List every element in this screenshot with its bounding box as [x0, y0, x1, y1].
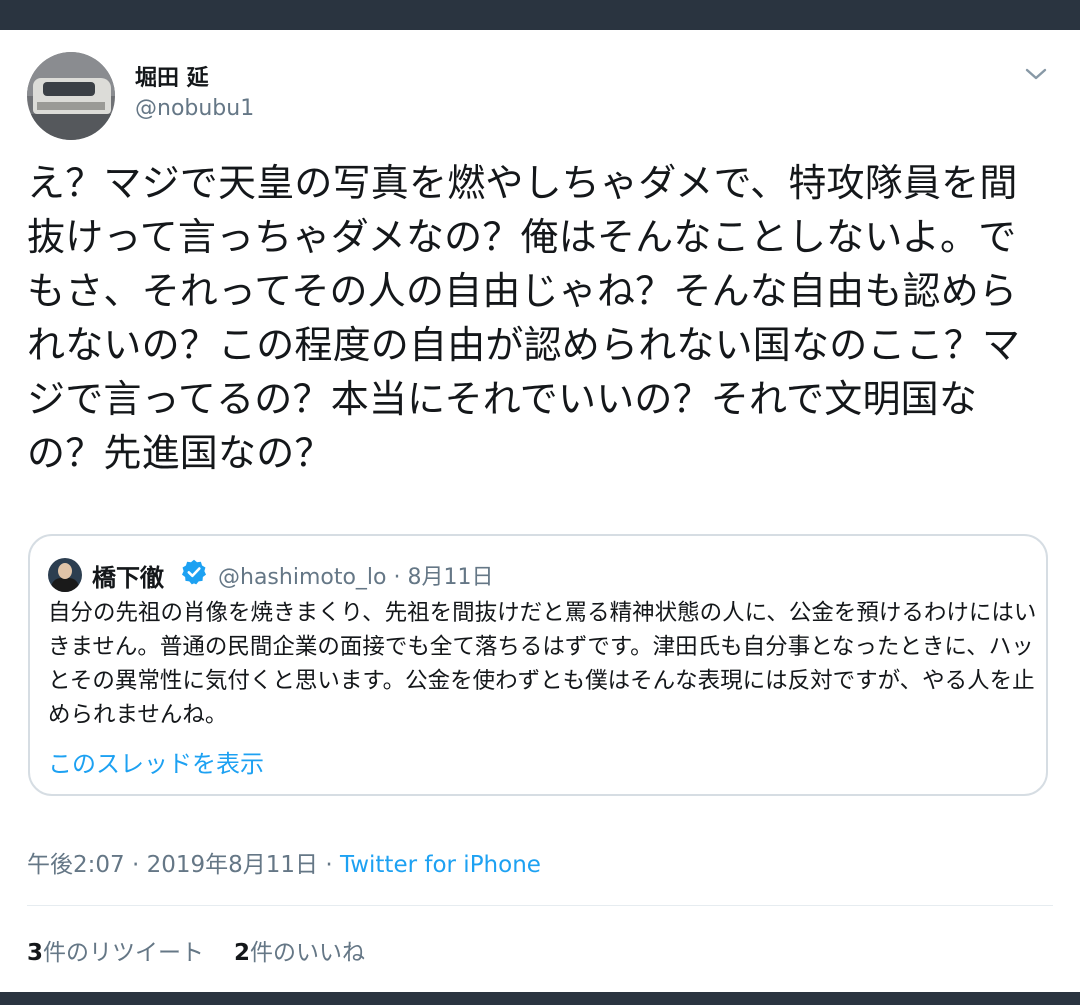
quoted-author-avatar — [48, 558, 82, 592]
quoted-author-handle: @hashimoto_lo — [218, 565, 387, 590]
quoted-tweet-card[interactable]: 橋下徹 @hashimoto_lo · 8月11日 自分の先祖の肖像を焼きまくり… — [28, 534, 1048, 796]
like-label: 件のいいね — [250, 940, 366, 966]
quoted-date: 8月11日 — [407, 565, 494, 590]
top-frame-bar — [0, 0, 1080, 30]
tweet-header: 堀田 延 @nobubu1 — [27, 52, 1053, 142]
tweet-time[interactable]: 午後2:07 — [27, 852, 125, 878]
quoted-tweet-text: 自分の先祖の肖像を焼きまくり、先祖を間抜けだと罵る精神状態の人に、公金を預けるわ… — [48, 600, 1037, 728]
author-name[interactable]: 堀田 延 — [135, 60, 209, 92]
show-thread-link[interactable]: このスレッドを表示 — [48, 744, 264, 779]
like-stat[interactable]: 2件のいいね — [234, 940, 365, 966]
timestamp-separator: · — [131, 852, 140, 878]
like-count: 2 — [234, 940, 251, 966]
tweet-source-link[interactable]: Twitter for iPhone — [340, 852, 541, 878]
tweet-date[interactable]: 2019年8月11日 — [147, 852, 318, 878]
divider — [27, 905, 1053, 906]
source-separator: · — [325, 852, 333, 878]
retweet-stat[interactable]: 3件のリツイート — [27, 940, 204, 966]
tweet-timestamp-row: 午後2:07 · 2019年8月11日 · Twitter for iPhone — [27, 845, 541, 879]
tweet-text: え？マジで天皇の写真を燃やしちゃダメで、特攻隊員を間抜けって言っちゃダメなの？俺… — [27, 161, 1021, 475]
verified-badge-icon — [180, 558, 208, 586]
quoted-separator: · — [393, 565, 401, 590]
retweet-count: 3 — [27, 940, 44, 966]
bottom-frame-bar — [0, 992, 1080, 1005]
quoted-meta: @hashimoto_lo · 8月11日 — [218, 559, 494, 591]
retweet-label: 件のリツイート — [43, 940, 205, 966]
quoted-author-name: 橋下徹 — [92, 564, 164, 592]
tweet-stats: 3件のリツイート 2件のいいね — [27, 933, 365, 967]
chevron-down-icon[interactable] — [1023, 64, 1049, 84]
author-handle[interactable]: @nobubu1 — [135, 96, 254, 121]
author-avatar[interactable] — [27, 52, 115, 140]
